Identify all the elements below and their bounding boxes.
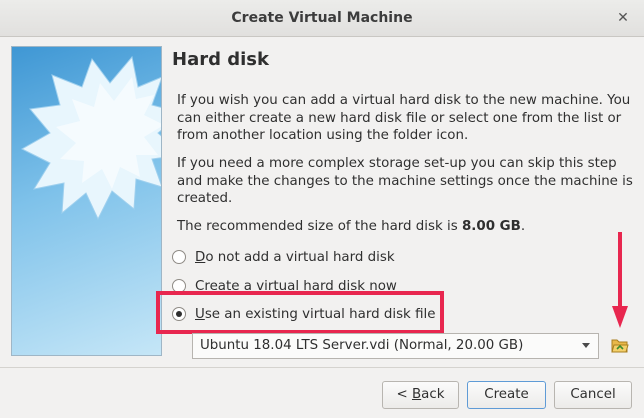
close-icon[interactable]: ✕ [614,9,632,27]
back-button[interactable]: < Back [382,381,459,409]
radio-existing-disk[interactable]: Use an existing virtual hard disk file [172,304,435,324]
wizard-side-image [11,46,162,356]
recommended-size-value: 8.00 GB [461,219,521,234]
cancel-button[interactable]: Cancel [554,381,632,409]
radio-label: Create a virtual hard disk now [195,279,397,294]
radio-button[interactable] [172,279,186,293]
back-prefix: < [396,387,412,402]
folder-open-icon[interactable] [611,336,629,354]
storage-paragraph: If you need a more complex storage set-u… [177,156,633,206]
window-title: Create Virtual Machine [231,10,413,26]
radio-button-selected[interactable] [172,307,186,321]
radio-label: Do not add a virtual hard disk [195,250,395,265]
radio-label: Use an existing virtual hard disk file [195,307,435,322]
existing-disk-select[interactable]: Ubuntu 18.04 LTS Server.vdi (Normal, 20.… [192,333,599,359]
back-rest: ack [421,387,445,402]
recommended-suffix: . [520,219,526,234]
button-separator [0,367,644,368]
create-button[interactable]: Create [467,381,546,409]
mnemonic-letter: B [411,387,422,402]
radio-button[interactable] [172,250,186,264]
label-rest: o not add a virtual hard disk [205,249,395,265]
mnemonic-letter: D [195,249,206,265]
red-down-arrow-icon [612,232,628,328]
radio-no-disk[interactable]: Do not add a virtual hard disk [172,247,395,267]
virtualbox-starburst-icon [20,55,161,221]
label-rest: se an existing virtual hard disk file [204,306,436,322]
mnemonic-letter: C [195,278,205,294]
label-rest: reate a virtual hard disk now [204,278,397,294]
radio-create-disk[interactable]: Create a virtual hard disk now [172,276,397,296]
create-vm-dialog: Create Virtual Machine ✕ Hard disk If yo… [0,0,644,418]
selected-disk-value: Ubuntu 18.04 LTS Server.vdi (Normal, 20.… [200,338,524,353]
chevron-down-icon[interactable] [582,343,590,348]
recommended-prefix: The recommended size of the hard disk is [177,219,462,234]
page-heading: Hard disk [172,49,269,70]
intro-paragraph: If you wish you can add a virtual hard d… [177,93,631,143]
mnemonic-letter: U [195,306,205,322]
recommended-size-text: The recommended size of the hard disk is… [177,218,635,236]
title-bar[interactable]: Create Virtual Machine ✕ [0,0,644,37]
